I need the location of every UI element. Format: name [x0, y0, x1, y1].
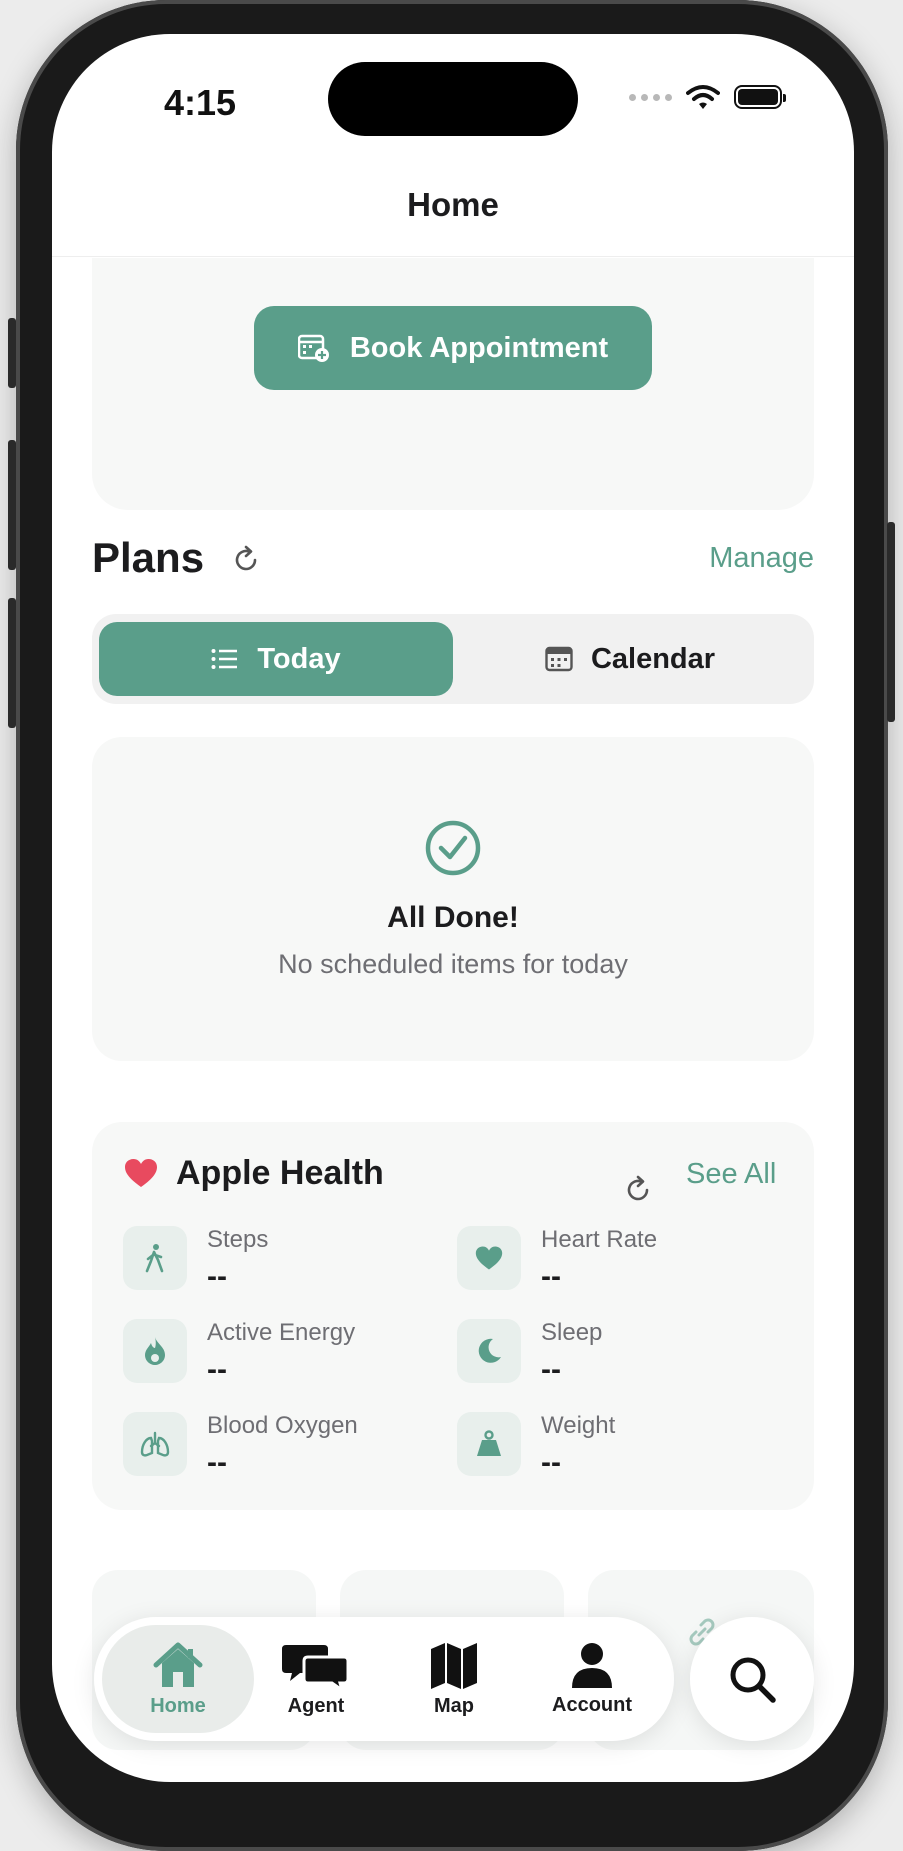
power-button — [887, 522, 895, 722]
heart-rate-value: -- — [541, 1260, 561, 1293]
tab-agent[interactable]: Agent — [246, 1617, 386, 1741]
tab-home[interactable]: Home — [108, 1617, 248, 1741]
walking-icon — [145, 1244, 164, 1273]
apple-health-title: Apple Health — [176, 1154, 384, 1192]
tab-bar: Home Agent Map Account — [94, 1617, 674, 1741]
page-title: Home — [407, 186, 499, 223]
screen: 4:15 Home Book Appointment Plans Manage … — [52, 34, 854, 1782]
plans-refresh-button[interactable] — [228, 542, 264, 578]
tab-calendar-label: Calendar — [590, 642, 716, 675]
calendar-icon — [545, 646, 573, 672]
tab-map-label: Map — [434, 1694, 474, 1717]
steps-label: Steps — [207, 1226, 269, 1253]
active-energy-label: Active Energy — [207, 1319, 356, 1346]
tab-calendar[interactable]: Calendar — [453, 622, 807, 696]
refresh-icon — [627, 1175, 649, 1201]
signal-icon — [629, 93, 672, 101]
plans-segmented-control: Today Calendar — [92, 614, 814, 704]
steps-value: -- — [207, 1260, 227, 1293]
book-appointment-label: Book Appointment — [349, 331, 609, 364]
scale-icon — [477, 1430, 501, 1456]
weight-value: -- — [541, 1446, 561, 1479]
manage-link[interactable]: Manage — [709, 542, 814, 575]
status-time: 4:15 — [164, 82, 237, 123]
sleep-value: -- — [541, 1353, 561, 1386]
status-bar: 4:15 — [52, 34, 854, 164]
heart-icon — [125, 1159, 157, 1187]
tab-today-label: Today — [257, 642, 341, 675]
steps-metric-icon — [123, 1226, 187, 1290]
heart-rate-label: Heart Rate — [541, 1226, 658, 1253]
heart-rate-metric-icon — [457, 1226, 521, 1290]
tab-agent-label: Agent — [287, 1694, 345, 1717]
weight-label: Weight — [541, 1412, 616, 1439]
tab-home-label: Home — [150, 1694, 206, 1717]
active-energy-metric-icon — [123, 1319, 187, 1383]
checkmark-circle-icon — [425, 820, 481, 876]
empty-subtitle: No scheduled items for today — [278, 949, 628, 979]
volume-up-button — [8, 440, 16, 570]
flame-icon — [145, 1337, 165, 1365]
empty-title: All Done! — [387, 901, 519, 934]
status-icons — [629, 84, 786, 110]
sleep-label: Sleep — [541, 1319, 603, 1346]
chat-bubbles-icon — [282, 1644, 350, 1691]
action-button — [8, 318, 16, 388]
tab-account-label: Account — [552, 1693, 632, 1716]
plans-empty-card — [92, 737, 814, 1061]
map-icon — [431, 1642, 477, 1689]
volume-down-button — [8, 598, 16, 728]
wifi-icon — [686, 85, 720, 109]
refresh-icon — [235, 545, 257, 571]
tab-today[interactable]: Today — [99, 622, 453, 696]
health-refresh-button[interactable] — [620, 1172, 656, 1208]
blood-oxygen-metric-icon — [123, 1412, 187, 1476]
moon-icon — [478, 1338, 501, 1363]
tab-map[interactable]: Map — [384, 1617, 524, 1741]
weight-metric-icon — [457, 1412, 521, 1476]
person-icon — [572, 1642, 612, 1688]
lungs-icon — [140, 1431, 170, 1457]
blood-oxygen-value: -- — [207, 1446, 227, 1479]
heart-icon — [475, 1246, 503, 1270]
search-icon — [730, 1657, 776, 1703]
book-appointment-button[interactable]: Book Appointment — [254, 306, 652, 390]
battery-icon — [734, 85, 786, 109]
list-icon — [211, 649, 238, 669]
blood-oxygen-label: Blood Oxygen — [207, 1412, 358, 1439]
search-button[interactable] — [690, 1617, 814, 1741]
sleep-metric-icon — [457, 1319, 521, 1383]
see-all-link[interactable]: See All — [686, 1158, 776, 1191]
plans-title: Plans — [92, 534, 205, 581]
dynamic-island — [328, 62, 578, 136]
active-energy-value: -- — [207, 1353, 227, 1386]
tab-account[interactable]: Account — [522, 1617, 662, 1741]
calendar-add-icon — [297, 334, 329, 362]
house-icon — [153, 1642, 203, 1687]
